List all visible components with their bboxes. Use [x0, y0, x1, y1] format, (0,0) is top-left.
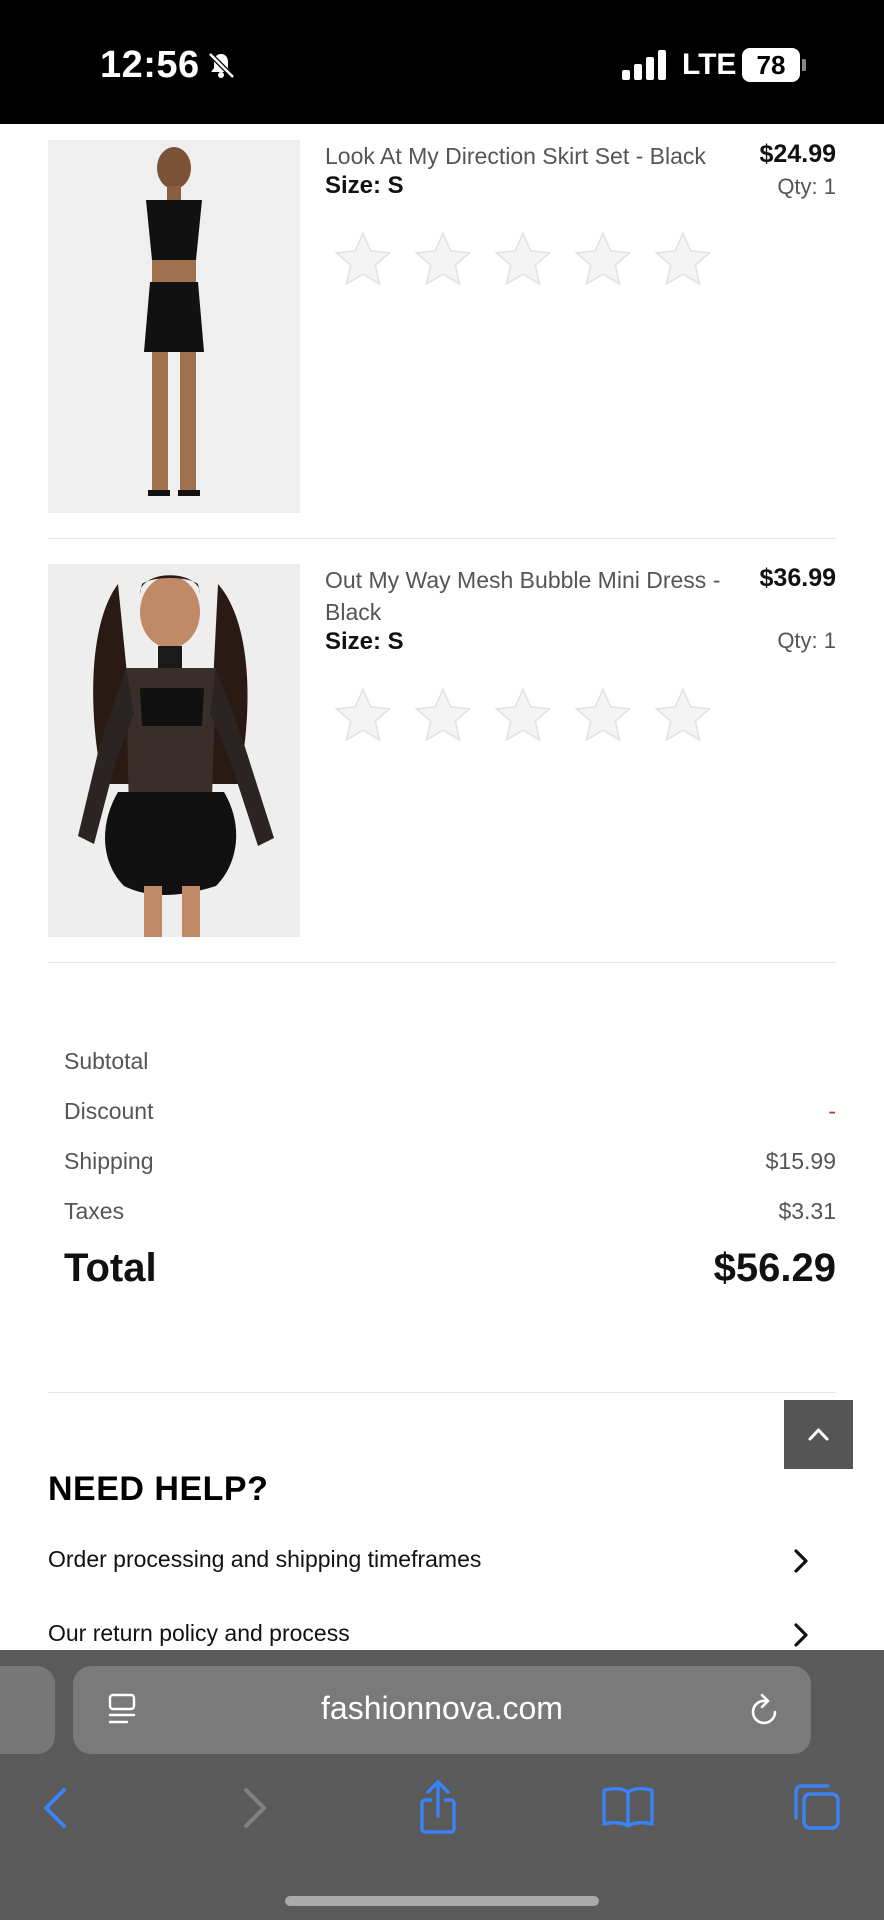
help-link-label: Order processing and shipping timeframes: [48, 1546, 482, 1572]
browser-toolbar: fashionnova.com: [0, 1650, 884, 1920]
star-icon[interactable]: [491, 684, 555, 748]
help-link-returns[interactable]: Our return policy and process: [48, 1620, 836, 1647]
order-item: Out My Way Mesh Bubble Mini Dress - Blac…: [48, 564, 836, 944]
home-indicator: [285, 1896, 599, 1906]
discount-label: Discount: [64, 1098, 154, 1124]
subtotal-label: Subtotal: [64, 1048, 149, 1074]
divider: [48, 962, 836, 963]
product-title[interactable]: Look At My Direction Skirt Set - Black: [325, 140, 745, 172]
taxes-value: $3.31: [778, 1198, 836, 1224]
divider: [48, 538, 836, 539]
star-icon[interactable]: [491, 228, 555, 292]
help-link-shipping[interactable]: Order processing and shipping timeframes: [48, 1546, 836, 1573]
network-type: LTE: [682, 48, 737, 81]
product-size: Size: S: [325, 172, 404, 199]
chevron-up-icon: [808, 1428, 829, 1441]
address-bar[interactable]: fashionnova.com: [73, 1666, 811, 1754]
back-arrow-icon[interactable]: [28, 1778, 88, 1838]
navigation-toolbar: [0, 1778, 884, 1838]
star-icon[interactable]: [651, 228, 715, 292]
total-value: $56.29: [713, 1246, 836, 1290]
product-qty: Qty: 1: [777, 628, 836, 653]
bookmarks-icon[interactable]: [598, 1778, 658, 1838]
star-icon[interactable]: [571, 228, 635, 292]
order-item: Look At My Direction Skirt Set - Black $…: [48, 140, 836, 520]
chevron-right-icon: [794, 1549, 808, 1573]
help-link-label: Our return policy and process: [48, 1620, 350, 1646]
summary-total: Total $56.29: [64, 1246, 836, 1291]
star-icon[interactable]: [411, 684, 475, 748]
product-size: Size: S: [325, 628, 404, 655]
star-icon[interactable]: [411, 228, 475, 292]
star-icon[interactable]: [571, 684, 635, 748]
chevron-right-icon: [794, 1623, 808, 1647]
battery-indicator: 78: [742, 48, 806, 82]
product-image[interactable]: [48, 564, 300, 937]
status-bar: 12:56 LTE 78: [0, 0, 884, 124]
status-time: 12:56: [100, 44, 200, 86]
star-icon[interactable]: [331, 684, 395, 748]
cellular-signal-icon: [622, 50, 666, 80]
product-qty: Qty: 1: [777, 174, 836, 199]
tabs-icon[interactable]: [786, 1778, 846, 1838]
forward-arrow-icon[interactable]: [222, 1778, 282, 1838]
url-text: fashionnova.com: [321, 1690, 563, 1726]
shipping-label: Shipping: [64, 1148, 154, 1174]
discount-value: -: [828, 1098, 836, 1124]
product-price: $24.99: [759, 140, 836, 168]
rating-stars[interactable]: [331, 684, 715, 748]
total-label: Total: [64, 1246, 157, 1290]
taxes-label: Taxes: [64, 1198, 125, 1224]
product-price: $36.99: [759, 564, 836, 592]
divider: [48, 1392, 836, 1393]
product-title[interactable]: Out My Way Mesh Bubble Mini Dress - Blac…: [325, 564, 745, 628]
share-icon[interactable]: [408, 1778, 468, 1838]
back-to-top-button[interactable]: [784, 1400, 853, 1469]
previous-tab-preview[interactable]: [0, 1666, 55, 1754]
product-image[interactable]: [48, 140, 300, 513]
summary-discount: Discount -: [64, 1098, 836, 1125]
star-icon[interactable]: [651, 684, 715, 748]
star-icon[interactable]: [331, 228, 395, 292]
summary-subtotal: Subtotal: [64, 1048, 836, 1075]
reload-icon[interactable]: [747, 1690, 783, 1730]
shipping-value: $15.99: [765, 1148, 836, 1174]
bell-slash-icon: [208, 52, 235, 79]
summary-shipping: Shipping $15.99: [64, 1148, 836, 1175]
help-title: NEED HELP?: [48, 1470, 269, 1508]
rating-stars[interactable]: [331, 228, 715, 292]
summary-taxes: Taxes $3.31: [64, 1198, 836, 1225]
